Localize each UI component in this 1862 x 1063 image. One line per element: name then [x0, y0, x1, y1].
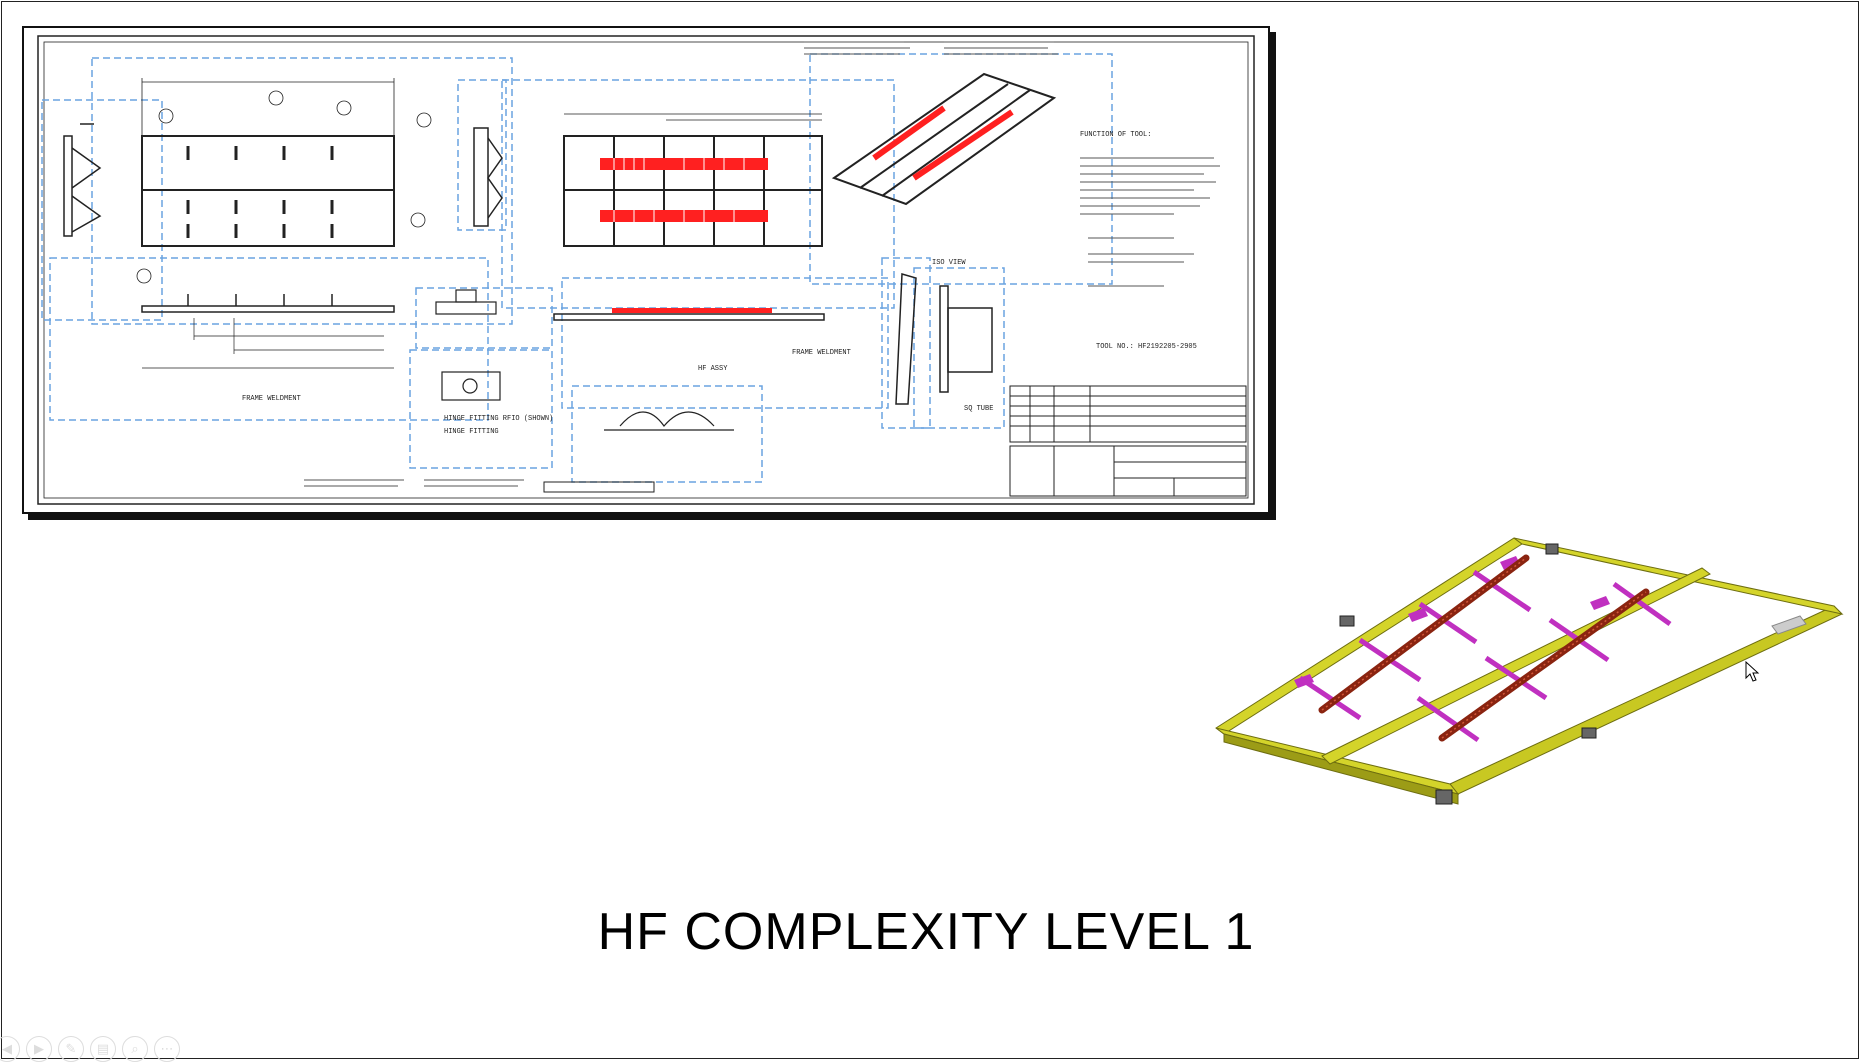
- top-view-frame: [141, 135, 395, 247]
- slide-title-text: HF COMPLEXITY LEVEL 1: [597, 903, 1255, 961]
- view-boxes: [41, 53, 1113, 483]
- more-icon[interactable]: ⋯: [154, 1036, 180, 1062]
- frame-weldment-label-mid: FRAME WELDMENT: [792, 349, 851, 357]
- frame-3d-render: [1210, 528, 1850, 828]
- hf-assy-top-view: [563, 113, 823, 247]
- tool-number-label: TOOL NO.: HF2192205-2905: [1096, 343, 1197, 351]
- previous-icon[interactable]: ◀: [0, 1036, 20, 1062]
- slides-icon[interactable]: ▤: [90, 1036, 116, 1062]
- slide-title: HF COMPLEXITY LEVEL 1: [0, 902, 1862, 962]
- hf-assy-label: HF ASSY: [698, 365, 728, 373]
- function-of-tool-label: FUNCTION OF TOOL:: [1080, 131, 1151, 139]
- zoom-icon[interactable]: ⌕: [122, 1036, 148, 1062]
- hinge-fitting-label-1: HINGE FITTING RFIO (SHOWN): [444, 415, 553, 423]
- iso-view: [831, 72, 1057, 206]
- drawing-canvas: FRAME WELDMENT FRAME WELDMENT HINGE FITT…: [37, 35, 1255, 505]
- engineering-drawing: FRAME WELDMENT FRAME WELDMENT HINGE FITT…: [22, 26, 1270, 514]
- sq-tube-label: SQ TUBE: [964, 405, 993, 413]
- title-block: [543, 385, 1247, 497]
- mouse-cursor-icon: [1745, 660, 1760, 682]
- frame-weldment-label-left: FRAME WELDMENT: [242, 395, 301, 403]
- next-icon[interactable]: ▶: [26, 1036, 52, 1062]
- pen-icon[interactable]: ✎: [58, 1036, 84, 1062]
- slideshow-toolbar: ◀ ▶ ✎ ▤ ⌕ ⋯: [0, 1036, 180, 1062]
- hinge-fitting-label-2: HINGE FITTING: [444, 428, 499, 436]
- iso-view-label: ISO VIEW: [932, 259, 966, 267]
